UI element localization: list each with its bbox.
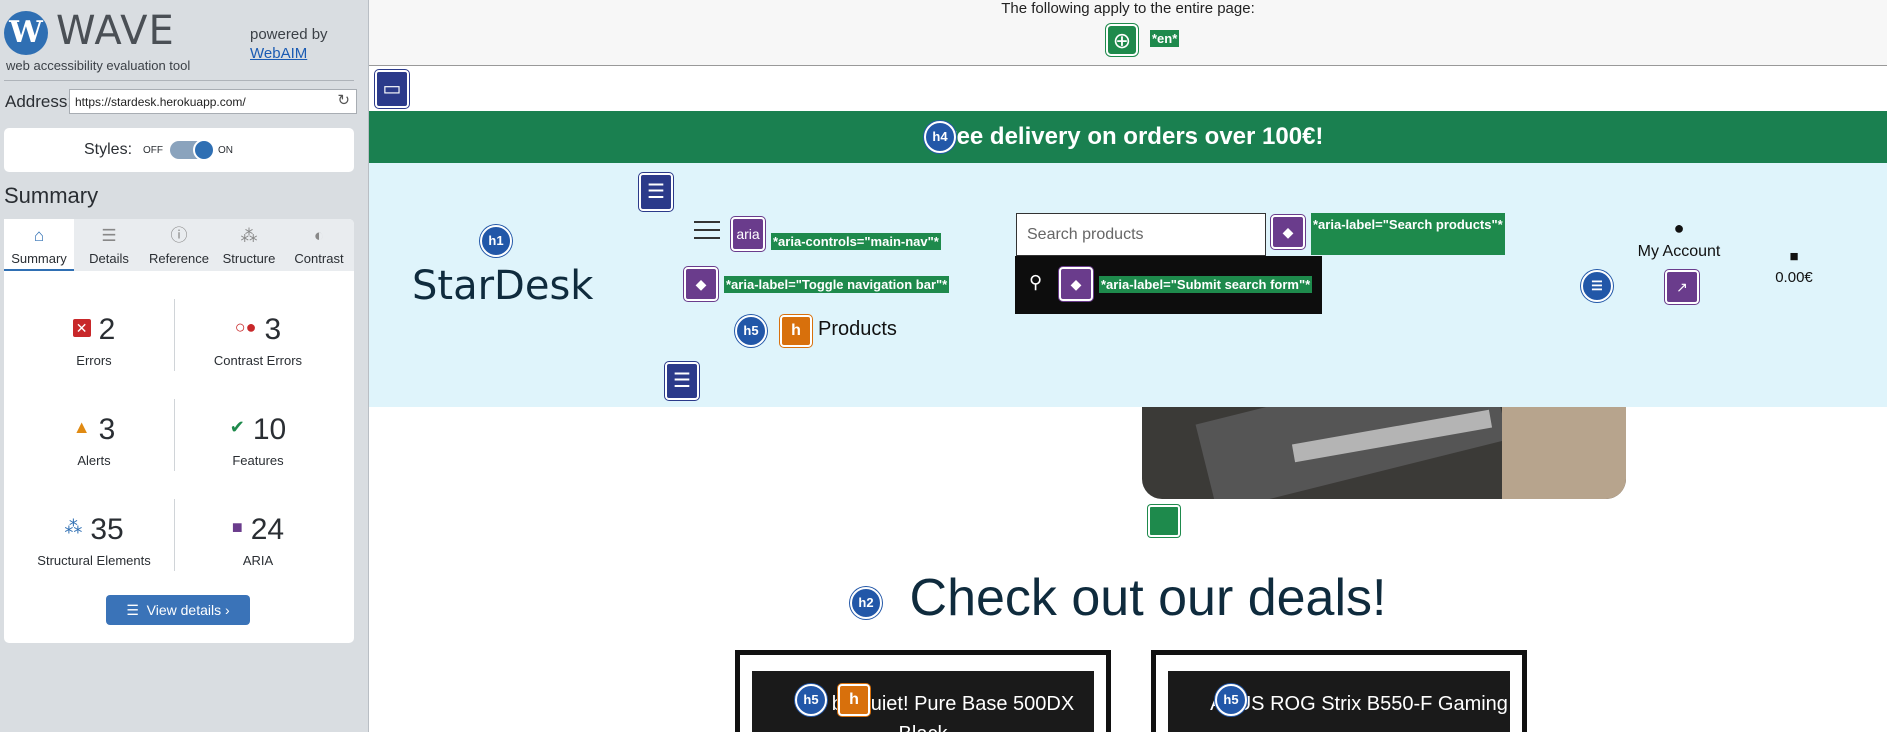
styles-off-label: OFF <box>143 145 163 156</box>
wave-sidebar: W WAVE web accessibility evaluation tool… <box>0 0 369 732</box>
search-icon: ⚲ <box>1029 272 1043 292</box>
powered-by: powered by WebAIM <box>250 26 328 62</box>
styles-toggle[interactable] <box>170 139 215 161</box>
list-icon: ☰ <box>101 226 117 245</box>
wave-logo-icon: W <box>4 11 48 55</box>
divider <box>174 499 175 571</box>
aria-toggle-tag: *aria-label="Toggle navigation bar"* <box>724 276 950 293</box>
aria-submit-tag: *aria-label="Submit search form"* <box>1099 276 1313 293</box>
info-icon: ⓘ <box>170 226 188 245</box>
cart-link[interactable]: ■ 0.00€ <box>1769 248 1819 286</box>
region-icon[interactable]: ▭ <box>375 70 409 108</box>
bag-icon: ■ <box>1789 248 1799 265</box>
heading-h5-icon[interactable]: h5 <box>1215 684 1247 716</box>
aria-icon: ■ <box>231 517 243 537</box>
structure-icon: ⁂ <box>240 226 258 245</box>
stat-structural[interactable]: ⁂ 35 Structural Elements <box>14 499 174 587</box>
aria-icon[interactable]: ↗ <box>1665 270 1699 304</box>
summary-panel: ⌂ Summary ☰ Details ⓘ Reference ⁂ Struct… <box>4 219 354 643</box>
address-bar: Address: https://stardesk.herokuapp.com/… <box>4 88 357 115</box>
tab-details[interactable]: ☰ Details <box>74 219 144 271</box>
view-details-button[interactable]: ☰ View details › <box>106 595 250 625</box>
page-level-notes: The following apply to the entire page: … <box>369 0 1887 66</box>
tab-structure[interactable]: ⁂ Structure <box>214 219 284 271</box>
aria-controls-tag: *aria-controls="main-nav"* <box>771 233 941 250</box>
product-card[interactable]: ASUS ROG Strix B550-F Gaming <box>1151 650 1527 732</box>
language-tag: *en* <box>1150 30 1180 47</box>
styles-on-label: ON <box>218 145 233 156</box>
reload-icon[interactable]: ↻ <box>337 91 350 109</box>
webaim-link[interactable]: WebAIM <box>250 45 307 62</box>
user-icon: ● <box>1673 218 1685 238</box>
summary-heading: Summary <box>4 183 99 208</box>
aria-search-tag: *aria-label="Search products"* <box>1311 213 1505 255</box>
image-icon[interactable] <box>1148 505 1180 537</box>
tab-reference[interactable]: ⓘ Reference <box>144 219 214 271</box>
divider <box>4 80 354 81</box>
tab-summary[interactable]: ⌂ Summary <box>4 219 74 271</box>
tab-contrast[interactable]: ◐ Contrast <box>284 219 354 271</box>
divider <box>174 399 175 471</box>
contrast-icon: ◐ <box>313 226 325 245</box>
nav-products-link[interactable]: Products <box>818 318 897 341</box>
heading-h4-icon[interactable]: h4 <box>924 121 956 153</box>
page-note-text: The following apply to the entire page: <box>1001 0 1255 17</box>
search-input[interactable]: Search products <box>1016 213 1266 256</box>
stat-alerts[interactable]: ▲ 3 Alerts <box>14 399 174 487</box>
toggle-knob <box>193 139 215 161</box>
wave-logo: W WAVE web accessibility evaluation tool… <box>4 8 364 74</box>
hero-image <box>1142 407 1626 499</box>
wave-logo-text: WAVE <box>56 8 175 54</box>
hamburger-icon[interactable] <box>694 221 720 245</box>
product-card[interactable]: be quiet! Pure Base 500DX Black <box>735 650 1111 732</box>
stat-errors[interactable]: ✕ 2 Errors <box>14 299 174 387</box>
address-label: Address: <box>5 92 73 111</box>
feature-icon: ✔ <box>229 417 245 437</box>
aria-label-icon[interactable]: ◆ <box>1271 215 1305 249</box>
styles-card: Styles: OFF ON <box>4 128 354 172</box>
stat-features[interactable]: ✔ 10 Features <box>178 399 338 487</box>
error-icon: ✕ <box>72 319 91 337</box>
stat-aria[interactable]: ■ 24 ARIA <box>178 499 338 587</box>
site-header: ☰ h1 StarDesk aria *aria-controls="main-… <box>369 163 1887 407</box>
stat-contrast[interactable]: ○● 3 Contrast Errors <box>178 299 338 387</box>
heading-h5-icon[interactable]: h5 <box>735 315 767 347</box>
aria-label-icon[interactable]: ◆ <box>684 267 718 301</box>
region-icon[interactable]: ☰ <box>639 173 673 211</box>
region-icon[interactable]: ☰ <box>665 362 699 400</box>
address-input[interactable]: https://stardesk.herokuapp.com/ <box>69 89 357 114</box>
heading-h1-icon[interactable]: h1 <box>480 225 512 257</box>
aria-icon[interactable]: aria <box>731 217 765 251</box>
site-logo[interactable]: StarDesk <box>412 263 593 309</box>
language-icon[interactable]: ⊕ <box>1106 24 1138 56</box>
structure-icon: ⁂ <box>64 517 83 537</box>
styles-label: Styles: <box>84 141 133 158</box>
list-icon: ☰ <box>126 602 147 618</box>
alert-icon: ▲ <box>72 417 91 437</box>
tab-bar: ⌂ Summary ☰ Details ⓘ Reference ⁂ Struct… <box>4 219 354 271</box>
heading-h5-icon[interactable]: h5 <box>795 684 827 716</box>
contrast-error-icon: ○● <box>234 317 257 337</box>
alert-heading-icon[interactable]: h <box>838 684 870 716</box>
evaluated-page: The following apply to the entire page: … <box>369 0 1887 732</box>
aria-label-icon[interactable]: ◆ <box>1059 267 1093 301</box>
home-icon: ⌂ <box>33 226 45 245</box>
delivery-banner: Free delivery on orders over 100€! <box>369 111 1887 163</box>
divider <box>174 299 175 371</box>
wave-logo-subtitle: web accessibility evaluation tool <box>6 58 191 73</box>
my-account-link[interactable]: ● My Account <box>1629 218 1729 261</box>
list-icon[interactable]: ☰ <box>1581 270 1613 302</box>
alert-heading-icon[interactable]: h <box>780 315 812 347</box>
deals-heading: Check out our deals! <box>909 569 1387 627</box>
search-submit-button[interactable]: ⚲ ◆ *aria-label="Submit search form"* <box>1015 256 1322 314</box>
